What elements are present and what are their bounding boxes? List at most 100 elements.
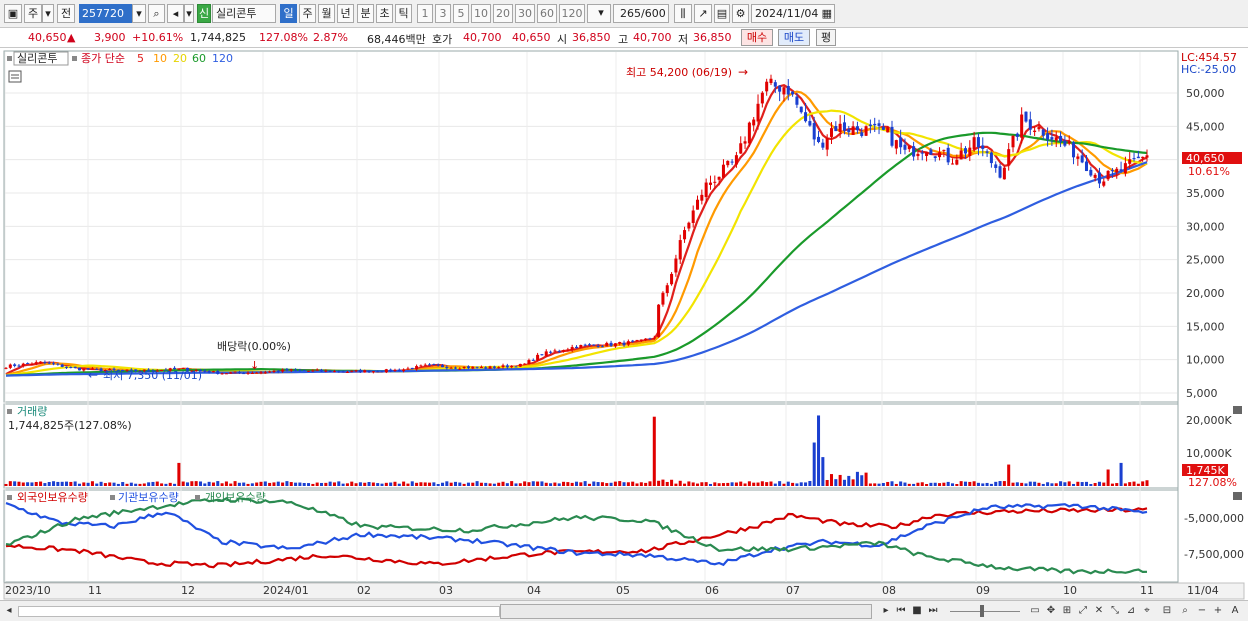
candle-body (82, 368, 86, 371)
diagonal-icon[interactable]: ⤡ (1108, 604, 1122, 618)
price-tick-label: 25,000 (1186, 254, 1225, 267)
gear-icon[interactable]: ⚙ (732, 4, 749, 23)
volume-bar (1097, 481, 1101, 486)
prev-button[interactable]: 전 (57, 4, 75, 23)
volume-bar (864, 472, 868, 486)
chevron-down-icon[interactable]: ▾ (132, 4, 146, 23)
zoom-icon[interactable]: ⌕ (1178, 604, 1192, 618)
period-week[interactable]: 주 (299, 4, 316, 23)
zoom-reset-icon[interactable]: ⊟ (1160, 604, 1174, 618)
stop-icon[interactable]: ■ (910, 604, 924, 618)
volume-bar (1037, 482, 1041, 486)
count-field[interactable]: 265/600 (613, 4, 669, 23)
scroll-left-icon[interactable]: ◂ (3, 604, 15, 618)
dividend-annotation: 배당락(0.00%) (217, 340, 291, 353)
volume-bar (527, 482, 531, 486)
volume-bar (64, 481, 69, 486)
interval-3[interactable]: 3 (435, 4, 451, 23)
layout-icon[interactable]: ▣ (4, 4, 22, 23)
close-panel-icon[interactable] (1233, 406, 1242, 414)
font-size-icon[interactable]: A (1228, 604, 1242, 618)
interval-5[interactable]: 5 (453, 4, 469, 23)
scroll-right-icon[interactable]: ▸ (880, 604, 892, 618)
interval-120[interactable]: 120 (559, 4, 585, 23)
candle-body (1110, 170, 1114, 172)
candle-body (773, 82, 777, 87)
sell-button[interactable]: 매도 (778, 29, 810, 46)
price-tick-label: 50,000 (1186, 87, 1225, 100)
chevron-down-icon[interactable]: ▾ (42, 4, 54, 23)
save-icon[interactable]: ▤ (714, 4, 730, 23)
candle-body (683, 230, 687, 240)
cross-icon[interactable]: ✕ (1092, 604, 1106, 618)
stock-code-input[interactable]: 257720 (79, 4, 132, 23)
candle-body (432, 364, 436, 366)
minus-icon[interactable]: − (1196, 604, 1208, 618)
calculator-icon[interactable] (8, 70, 22, 83)
search-icon[interactable]: ⌕ (148, 4, 165, 23)
period-day[interactable]: 일 (280, 4, 297, 23)
candle-body (1054, 137, 1058, 141)
window-icon[interactable]: ▭ (1028, 604, 1042, 618)
candle-body (1106, 170, 1110, 180)
volume-bar (242, 482, 246, 486)
speed-slider[interactable] (950, 611, 1020, 612)
volume-bar (147, 482, 151, 486)
volume-bar (86, 482, 90, 486)
period-tick[interactable]: 틱 (395, 4, 412, 23)
draw-tools-icon[interactable]: ↗ (694, 4, 712, 23)
candle-body (302, 369, 306, 371)
speed-slider-handle[interactable] (980, 605, 984, 617)
date-input[interactable]: 2024/11/04 ▦ (751, 4, 835, 23)
volume-bar (600, 482, 604, 486)
chart-grid-icon[interactable]: ⊞ (1060, 604, 1074, 618)
candle-body (877, 123, 881, 126)
speaker-icon[interactable]: ◂ (167, 4, 184, 23)
candle-body (886, 127, 890, 133)
mode-select[interactable]: 주 (24, 4, 42, 23)
volume-bar (1067, 481, 1071, 486)
candle-body (307, 370, 311, 372)
candle-body (224, 373, 228, 375)
interval-60[interactable]: 60 (537, 4, 557, 23)
cursor-icon[interactable]: ⌖ (1140, 604, 1154, 618)
interval-10[interactable]: 10 (471, 4, 491, 23)
volume-bar (155, 481, 159, 486)
plus-icon[interactable]: + (1212, 604, 1224, 618)
close-panel-icon[interactable] (1233, 492, 1242, 500)
volume-bar (899, 481, 903, 486)
candle-type-icon[interactable]: ⫼ (674, 4, 692, 23)
volume-bar (648, 481, 652, 486)
chevron-down-icon[interactable]: ▾ (184, 4, 194, 23)
scroll-track[interactable] (18, 606, 500, 617)
period-second[interactable]: 초 (376, 4, 393, 23)
measure-icon[interactable]: ⊿ (1124, 604, 1138, 618)
volume-bar (99, 481, 103, 486)
stock-chart[interactable]: 50,00045,00040,00035,00030,00025,00020,0… (0, 48, 1248, 601)
fast-forward-icon[interactable]: ⏭ (926, 604, 940, 618)
volume-bar (838, 474, 842, 486)
candle-body (449, 367, 453, 369)
period-month[interactable]: 월 (318, 4, 335, 23)
interval-20[interactable]: 20 (493, 4, 513, 23)
trend-icon[interactable]: ⤢ (1076, 604, 1090, 618)
candle-body (324, 370, 328, 372)
period-minute[interactable]: 분 (357, 4, 374, 23)
volume-value-label: 1,744,825주(127.08%) (8, 419, 132, 432)
chevron-down-icon[interactable]: ▾ (594, 4, 608, 23)
pan-icon[interactable]: ✥ (1044, 604, 1058, 618)
volume-bar (1136, 483, 1140, 486)
interval-1[interactable]: 1 (417, 4, 433, 23)
eval-button[interactable]: 평 (816, 29, 836, 46)
stock-name: 실리콘투 (212, 4, 276, 23)
calendar-icon[interactable]: ▦ (822, 5, 832, 22)
buy-button[interactable]: 매수 (741, 29, 773, 46)
rewind-icon[interactable]: ⏮ (894, 604, 908, 618)
volume-bar (1028, 481, 1032, 486)
high-annotation: 최고 54,200 (06/19) (626, 66, 732, 79)
interval-30[interactable]: 30 (515, 4, 535, 23)
volume-bar (173, 483, 177, 486)
period-year[interactable]: 년 (337, 4, 354, 23)
scroll-thumb[interactable] (500, 604, 872, 619)
volume-bar (73, 481, 77, 486)
